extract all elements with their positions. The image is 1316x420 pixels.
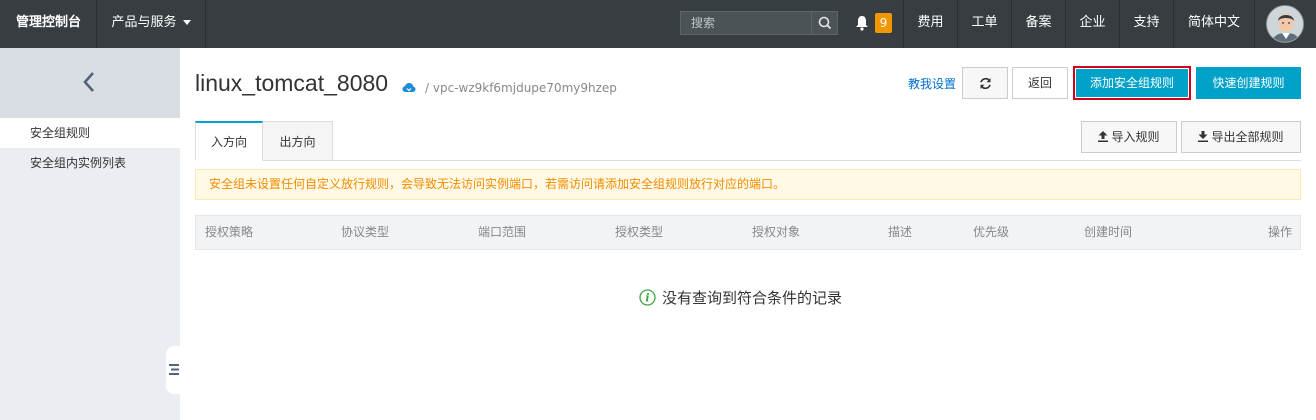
divider xyxy=(205,0,206,48)
column-header-actions: 操作 xyxy=(1268,225,1293,239)
column-header-policy: 授权策略 xyxy=(205,225,254,239)
add-rule-highlight: 添加安全组规则 xyxy=(1073,66,1191,100)
empty-state-text: 没有查询到符合条件的记录 xyxy=(662,289,843,307)
top-navigation-bar: 管理控制台 产品与服务 9 费用 工单 备案 企业 支持 简体中文 xyxy=(0,0,1316,48)
search-button[interactable] xyxy=(811,12,837,34)
bell-icon xyxy=(856,16,868,31)
caret-down-icon xyxy=(182,20,191,25)
column-header-auth-type: 授权类型 xyxy=(615,225,664,239)
page-title: linux_tomcat_8080 xyxy=(195,70,389,96)
tabs-divider xyxy=(195,160,1301,161)
rules-table-header: 授权策略 协议类型 端口范围 授权类型 授权对象 描述 优先级 创建时间 操作 xyxy=(195,215,1301,250)
back-button[interactable] xyxy=(0,48,180,118)
tab-outbound[interactable]: 出方向 xyxy=(263,121,333,161)
nav-enterprise[interactable]: 企业 xyxy=(1066,0,1119,48)
console-home-link[interactable]: 管理控制台 xyxy=(0,0,97,48)
warning-banner: 安全组未设置任何自定义放行规则，会导致无法访问实例端口，若需访问请添加安全组规则… xyxy=(195,169,1301,200)
user-avatar[interactable] xyxy=(1266,5,1304,43)
collapse-menu-icon xyxy=(169,364,179,375)
import-rules-label: 导入规则 xyxy=(1111,130,1160,144)
column-header-priority: 优先级 xyxy=(973,225,1010,239)
notification-button[interactable]: 9 xyxy=(852,0,900,48)
search-input[interactable] xyxy=(681,12,811,34)
refresh-button[interactable] xyxy=(962,67,1008,99)
cloud-sync-icon[interactable] xyxy=(402,82,416,94)
nav-billing[interactable]: 费用 xyxy=(904,0,957,48)
search-icon xyxy=(818,16,832,30)
tab-inbound[interactable]: 入方向 xyxy=(195,121,263,161)
vpc-id: / vpc-wz9kf6mjdupe70my9hzep xyxy=(425,81,617,95)
column-header-protocol: 协议类型 xyxy=(341,225,390,239)
sidebar-item-security-group-rules[interactable]: 安全组规则 xyxy=(0,118,180,148)
empty-state: i 没有查询到符合条件的记录 xyxy=(639,288,842,308)
export-all-rules-label: 导出全部规则 xyxy=(1211,130,1284,144)
sidebar-collapse-toggle[interactable] xyxy=(166,346,180,394)
export-all-rules-button[interactable]: 导出全部规则 xyxy=(1181,121,1301,153)
back-button-text[interactable]: 返回 xyxy=(1012,67,1068,99)
upload-icon xyxy=(1098,131,1109,142)
download-icon xyxy=(1198,131,1209,142)
sidebar-item-instance-list[interactable]: 安全组内实例列表 xyxy=(0,148,180,178)
divider xyxy=(1254,0,1255,48)
column-header-port-range: 端口范围 xyxy=(478,225,527,239)
column-header-auth-object: 授权对象 xyxy=(752,225,801,239)
import-rules-button[interactable]: 导入规则 xyxy=(1081,121,1177,153)
chevron-left-icon xyxy=(83,72,94,92)
avatar-icon xyxy=(1267,6,1303,42)
info-icon: i xyxy=(639,289,656,306)
search-box xyxy=(680,11,838,35)
svg-text:i: i xyxy=(645,292,649,305)
products-menu-label: 产品与服务 xyxy=(111,15,177,30)
sidebar: 安全组规则 安全组内实例列表 xyxy=(0,48,180,420)
help-link[interactable]: 教我设置 xyxy=(908,75,956,92)
refresh-icon xyxy=(979,77,991,90)
products-menu[interactable]: 产品与服务 xyxy=(97,0,205,48)
nav-support[interactable]: 支持 xyxy=(1120,0,1173,48)
column-header-description: 描述 xyxy=(888,225,913,239)
add-security-group-rule-button[interactable]: 添加安全组规则 xyxy=(1076,69,1188,97)
quick-create-rule-button[interactable]: 快速创建规则 xyxy=(1196,67,1301,99)
language-selector[interactable]: 简体中文 xyxy=(1174,0,1254,48)
column-header-created-time: 创建时间 xyxy=(1084,225,1133,239)
nav-icp-filing[interactable]: 备案 xyxy=(1012,0,1065,48)
nav-tickets[interactable]: 工单 xyxy=(958,0,1011,48)
notification-count-badge: 9 xyxy=(875,13,892,33)
